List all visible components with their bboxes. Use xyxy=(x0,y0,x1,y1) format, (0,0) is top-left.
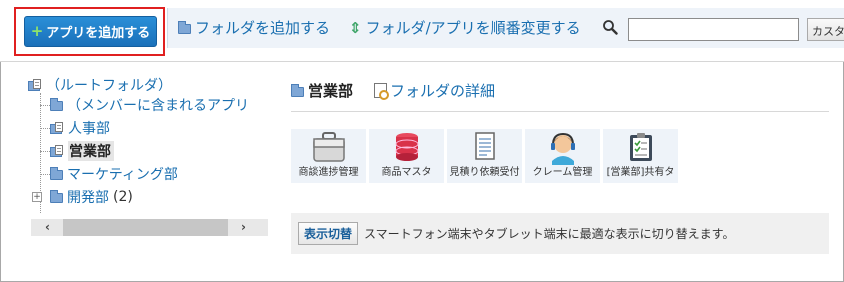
tree-connector xyxy=(40,151,50,152)
tree-item-label: 人事部 xyxy=(68,121,110,137)
add-app-button[interactable]: + アプリを追加する xyxy=(24,16,157,47)
tree-item-count: (2) xyxy=(113,189,133,205)
display-switch-bar: 表示切替 スマートフォン端末やタブレット端末に最適な表示に切り替えます。 xyxy=(291,213,829,254)
folder-document-icon xyxy=(28,79,42,91)
folder-detail-label: フォルダの詳細 xyxy=(390,82,496,100)
up-down-arrows-icon: ⇕ xyxy=(349,18,362,37)
document-icon xyxy=(474,132,495,160)
search-input[interactable] xyxy=(628,18,799,41)
folder-icon xyxy=(50,98,63,111)
app-tile[interactable]: クレーム管理 xyxy=(525,129,600,183)
tree-item-label: 開発部 xyxy=(67,190,109,206)
reorder-label: フォルダ/アプリを順番変更する xyxy=(365,19,581,37)
app-label: 見積り依頼受付 xyxy=(449,167,520,178)
tree-connector xyxy=(40,174,50,175)
tree-item-label-selected: 営業部 xyxy=(68,141,114,161)
tree-item-root[interactable]: （ルートフォルダ） xyxy=(28,75,172,95)
add-app-label: アプリを追加する xyxy=(46,26,151,41)
tree-connector xyxy=(40,105,50,106)
reorder-link[interactable]: ⇕ フォルダ/アプリを順番変更する xyxy=(349,17,581,38)
tree-item-label: マーケティング部 xyxy=(67,167,178,183)
folder-document-icon xyxy=(50,145,64,157)
folder-icon xyxy=(50,190,63,203)
display-switch-text: スマートフォン端末やタブレット端末に最適な表示に切り替えます。 xyxy=(364,227,735,241)
display-switch-button[interactable]: 表示切替 xyxy=(298,222,359,245)
tree-item-label: （メンバーに含まれるアプリ xyxy=(67,98,249,114)
app-tile[interactable]: 商談進捗管理 xyxy=(291,129,366,183)
app-label: クレーム管理 xyxy=(532,167,593,178)
add-folder-link[interactable]: フォルダを追加する xyxy=(178,17,330,38)
app-tile[interactable]: [営業部]共有タ xyxy=(603,129,678,183)
scroll-right-icon[interactable]: › xyxy=(241,220,246,234)
divider xyxy=(291,111,829,112)
headset-person-icon xyxy=(550,132,575,165)
folder-document-icon xyxy=(50,122,64,134)
tree-item-sales[interactable]: 営業部 xyxy=(50,141,114,161)
tree-item-label: （ルートフォルダ） xyxy=(46,78,172,94)
app-tile[interactable]: 商品マスタ xyxy=(369,129,444,183)
expand-toggle-icon[interactable]: + xyxy=(32,192,42,202)
search-icon[interactable] xyxy=(602,19,618,35)
customize-button[interactable]: カスタ xyxy=(807,18,844,41)
app-label: 商品マスタ xyxy=(381,167,432,178)
folder-tree: （ルートフォルダ） （メンバーに含まれるアプリ 人事部 営業部 マーケティング部… xyxy=(28,75,268,235)
app-tile[interactable]: 見積り依頼受付 xyxy=(447,129,522,183)
tree-item-hr[interactable]: 人事部 xyxy=(50,118,110,138)
plus-icon: + xyxy=(30,22,44,40)
app-label: 商談進捗管理 xyxy=(298,167,359,178)
folder-title: 営業部 xyxy=(308,82,354,100)
app-label: [営業部]共有タ xyxy=(606,167,675,178)
scroll-left-icon[interactable]: ‹ xyxy=(45,220,50,234)
add-folder-label: フォルダを追加する xyxy=(195,19,331,37)
highlight-box: + アプリを追加する xyxy=(14,7,165,56)
database-icon xyxy=(395,133,418,161)
folder-icon xyxy=(50,167,63,180)
tree-item-marketing[interactable]: マーケティング部 xyxy=(50,164,178,184)
document-search-icon xyxy=(374,83,389,100)
folder-icon xyxy=(178,20,191,34)
page-title: 営業部 xyxy=(291,80,353,101)
scrollbar-thumb[interactable] xyxy=(63,219,228,236)
clipboard-icon xyxy=(629,133,652,161)
tree-horizontal-scrollbar[interactable]: ‹ › xyxy=(31,219,268,236)
briefcase-icon xyxy=(312,132,345,162)
tree-item-dev[interactable]: 開発部 (2) xyxy=(50,187,133,207)
folder-icon xyxy=(291,83,304,97)
folder-detail-link[interactable]: フォルダの詳細 xyxy=(374,80,495,101)
toolbar-actions: フォルダを追加する ⇕ フォルダ/アプリを順番変更する カスタ xyxy=(167,8,844,48)
tree-connector xyxy=(40,128,50,129)
toolbar: + アプリを追加する フォルダを追加する ⇕ フォルダ/アプリを順番変更する カ… xyxy=(0,0,844,62)
tree-item-members-apps[interactable]: （メンバーに含まれるアプリ xyxy=(50,95,249,115)
